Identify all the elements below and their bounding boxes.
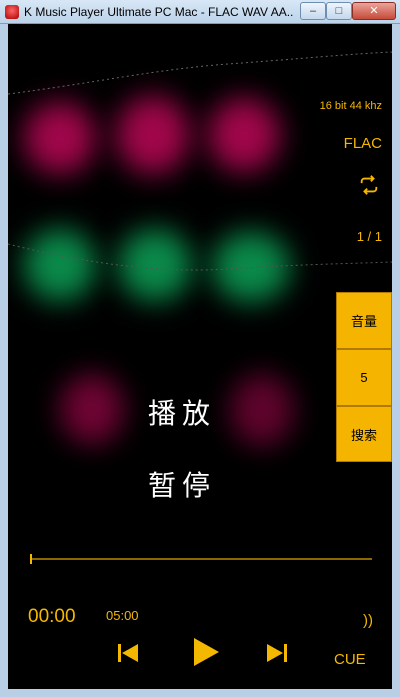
track-count: 1 / 1 — [356, 229, 382, 244]
app-logo-icon — [5, 5, 19, 19]
seek-bar[interactable] — [30, 558, 372, 560]
repeat-icon[interactable] — [358, 174, 380, 196]
visualizer-blob — [230, 374, 294, 446]
prev-icon[interactable] — [116, 642, 140, 664]
minimize-button[interactable]: – — [300, 2, 326, 20]
cue-button[interactable]: CUE — [334, 651, 366, 668]
title-bar[interactable]: K Music Player Ultimate PC Mac - FLAC WA… — [0, 0, 400, 24]
visualizer-blob — [60, 374, 124, 444]
play-text-button[interactable]: 播放 — [148, 392, 216, 432]
volume-value[interactable]: 5 — [336, 349, 392, 406]
volume-button[interactable]: 音量 — [336, 292, 392, 349]
bitrate-label: 16 bit 44 khz — [319, 100, 382, 112]
play-icon[interactable] — [191, 636, 221, 668]
seek-handle[interactable] — [30, 554, 32, 564]
visualizer-area: 16 bit 44 khz FLAC 1 / 1 音量 5 搜索 播放 暂停 0… — [8, 24, 392, 684]
app-window: K Music Player Ultimate PC Mac - FLAC WA… — [0, 0, 400, 697]
volume-icon[interactable]: )) — [363, 612, 373, 629]
current-time: 00:00 — [28, 606, 76, 627]
format-label: FLAC — [343, 135, 382, 152]
window-title: K Music Player Ultimate PC Mac - FLAC WA… — [24, 5, 294, 19]
close-button[interactable]: ✕ — [352, 2, 396, 20]
search-button[interactable]: 搜索 — [336, 406, 392, 462]
total-time: 05:00 — [106, 608, 139, 623]
waveform-line — [8, 51, 392, 271]
pause-text-button[interactable]: 暂停 — [148, 464, 216, 504]
next-icon[interactable] — [265, 642, 289, 664]
maximize-button[interactable]: □ — [326, 2, 352, 20]
